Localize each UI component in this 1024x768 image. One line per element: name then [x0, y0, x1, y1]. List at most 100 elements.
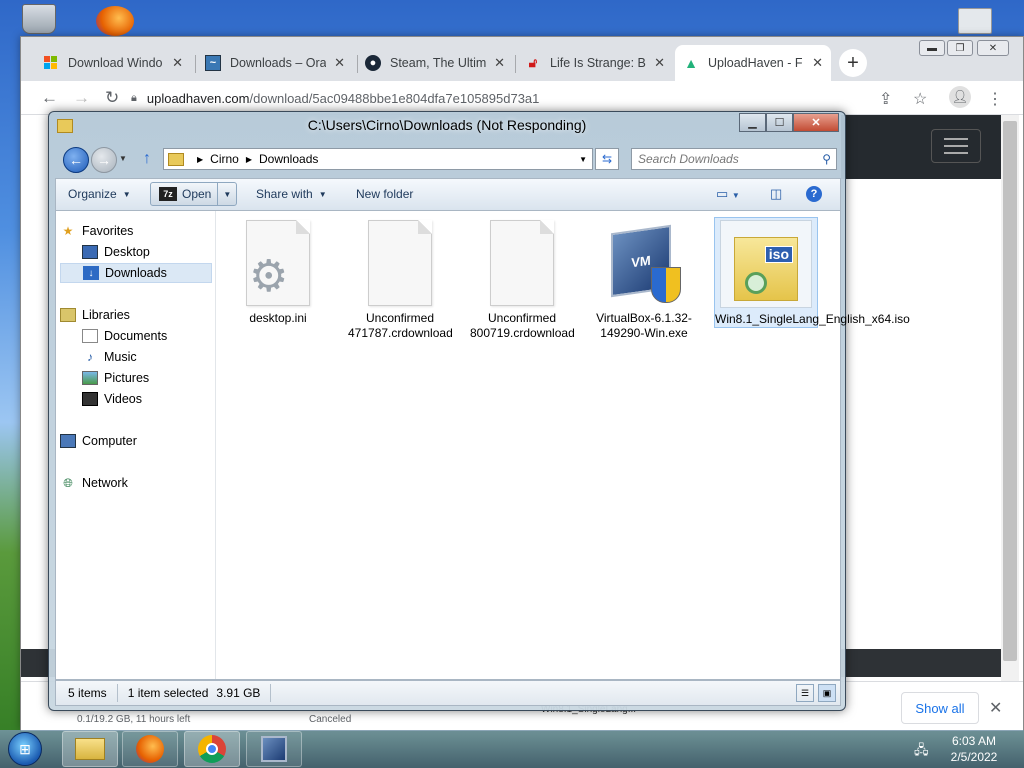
profile-avatar-icon[interactable]: 👤︎	[949, 86, 971, 108]
taskbar-chrome[interactable]	[184, 731, 240, 767]
restore-button[interactable]: ❐	[947, 40, 973, 56]
close-tab-icon[interactable]: ✕	[166, 55, 183, 71]
nav-documents[interactable]: Documents	[60, 326, 212, 346]
clock[interactable]: 6:03 AM 2/5/2022	[934, 733, 1014, 765]
chevron-right-icon[interactable]: ▶	[246, 155, 252, 164]
close-tab-icon[interactable]: ✕	[806, 55, 823, 71]
close-tab-icon[interactable]: ✕	[648, 55, 665, 71]
history-dropdown-icon[interactable]: ▼	[119, 154, 127, 163]
recycle-bin-icon[interactable]	[22, 4, 56, 34]
back-icon[interactable]: ←	[41, 88, 58, 108]
file-name: desktop.ini	[249, 311, 307, 325]
show-all-button[interactable]: Show all	[901, 692, 979, 724]
minimize-button[interactable]: ▬	[919, 40, 945, 56]
nav-videos[interactable]: Videos	[60, 389, 212, 409]
new-folder-button[interactable]: New folder	[356, 179, 413, 209]
forward-icon[interactable]: →	[91, 147, 117, 173]
search-icon[interactable]: ⚲	[822, 152, 831, 166]
tab-download-windows[interactable]: Download Windo ✕	[35, 45, 191, 81]
network-tray-icon[interactable]: 🖧︎	[914, 741, 929, 763]
start-button[interactable]: ⊞	[8, 732, 42, 766]
taskbar-firefox[interactable]	[122, 731, 178, 767]
nav-pictures[interactable]: Pictures	[60, 368, 212, 388]
open-button[interactable]: 7z Open ▼	[150, 182, 238, 206]
address-bar[interactable]: 🔒︎ uploadhaven.com/download/5ac09488bbe1…	[131, 85, 921, 111]
share-icon[interactable]: ⇪	[879, 89, 892, 109]
tab-uploadhaven[interactable]: ▲ UploadHaven - F ✕	[675, 45, 831, 81]
bookmark-star-icon[interactable]: ☆	[913, 89, 927, 109]
close-window-button[interactable]: ✕	[977, 40, 1009, 56]
maximize-button[interactable]: ☐	[766, 113, 793, 132]
tab-life-is-strange[interactable]: 🔓︎ Life Is Strange: Be ✕	[517, 45, 673, 81]
file-item[interactable]: Unconfirmed 800719.crdownload	[470, 219, 575, 341]
nav-libraries[interactable]: Libraries	[60, 305, 212, 325]
breadcrumb-downloads[interactable]: Downloads	[259, 152, 318, 166]
status-bar: 5 items 1 item selected 3.91 GB ☰ ▣	[55, 680, 841, 706]
clock-date: 2/5/2022	[950, 750, 998, 764]
taskbar-explorer[interactable]	[62, 731, 118, 767]
status-separator	[116, 684, 118, 702]
nav-computer[interactable]: Computer	[60, 431, 212, 451]
share-with-button[interactable]: Share with ▼	[256, 179, 327, 209]
new-tab-button[interactable]: +	[839, 49, 867, 77]
taskbar-virtualbox[interactable]	[246, 731, 302, 767]
virtualbox-icon	[261, 736, 287, 762]
organize-button[interactable]: Organize ▼	[68, 179, 131, 209]
preview-pane-icon[interactable]: ◫	[770, 186, 782, 202]
close-button[interactable]: ✕	[793, 113, 839, 132]
nav-music[interactable]: ♪ Music	[60, 347, 212, 367]
window-controls: ▁ ☐ ✕	[739, 113, 839, 132]
menu-kebab-icon[interactable]: ⋮	[987, 89, 1003, 109]
close-tab-icon[interactable]: ✕	[488, 55, 505, 71]
tab-title: Download Windo	[68, 56, 163, 70]
file-item[interactable]: VM VirtualBox-6.1.32-149290-Win.exe	[592, 219, 696, 341]
tab-oracle-downloads[interactable]: ~ Downloads – Ora ✕	[197, 45, 353, 81]
breadcrumb[interactable]: ▶ Cirno ▶ Downloads ▼	[163, 148, 593, 170]
refresh-button[interactable]: ⇆	[595, 148, 619, 170]
window-title: C:\Users\Cirno\Downloads (Not Responding…	[307, 117, 587, 133]
tab-steam[interactable]: ● Steam, The Ultim ✕	[357, 45, 513, 81]
selection-count: 1 item selected	[127, 686, 209, 700]
nav-label: Libraries	[82, 308, 130, 322]
nav-downloads[interactable]: ↓ Downloads	[60, 263, 212, 283]
up-arrow-icon[interactable]: ↑	[143, 150, 151, 168]
file-name: Unconfirmed 800719.crdownload	[470, 311, 575, 340]
network-drive-icon[interactable]	[958, 8, 992, 34]
minimize-button[interactable]: ▁	[739, 113, 766, 132]
nav-network[interactable]: 🌐︎ Network	[60, 473, 212, 493]
file-name: Win8.1_SingleLang_English_x64.iso	[715, 312, 910, 326]
close-download-bar-icon[interactable]: ✕	[989, 698, 1002, 718]
file-item[interactable]: ⚙ desktop.ini	[226, 219, 330, 326]
chevron-down-icon[interactable]: ▼	[217, 183, 236, 205]
tab-title: Life Is Strange: Be	[550, 56, 646, 70]
windows-logo-icon	[43, 55, 59, 71]
scrollbar-thumb[interactable]	[1003, 121, 1017, 661]
libraries-icon	[60, 308, 76, 322]
file-item[interactable]: Unconfirmed 471787.crdownload	[348, 219, 453, 341]
lock-icon[interactable]: 🔒︎	[131, 92, 137, 105]
file-item-selected[interactable]: iso Win8.1_SingleLang_English_x64.iso	[714, 217, 910, 328]
firefox-desktop-icon[interactable]	[96, 6, 134, 36]
large-icons-view-icon[interactable]: ▣	[818, 684, 836, 702]
organize-label: Organize	[68, 187, 117, 201]
reload-icon[interactable]: ↻	[105, 88, 119, 108]
videos-icon	[82, 392, 98, 406]
back-icon[interactable]: ←	[63, 147, 89, 173]
chevron-right-icon[interactable]: ▶	[197, 155, 203, 164]
lock-red-icon: 🔓︎	[528, 55, 538, 70]
nav-desktop[interactable]: Desktop	[60, 242, 212, 262]
close-tab-icon[interactable]: ✕	[328, 55, 345, 71]
change-view-icon[interactable]: ▭ ▼	[716, 186, 740, 202]
help-icon[interactable]: ?	[806, 186, 822, 202]
chevron-down-icon[interactable]: ▼	[579, 155, 587, 164]
browser-toolbar: ← → ↻ 🔒︎ uploadhaven.com/download/5ac094…	[21, 81, 1023, 115]
search-input[interactable]: Search Downloads ⚲	[631, 148, 837, 170]
nav-favorites[interactable]: ★ Favorites	[60, 221, 212, 241]
hamburger-menu-button[interactable]	[931, 129, 981, 163]
forward-icon[interactable]: →	[73, 88, 90, 108]
breadcrumb-cirno[interactable]: Cirno	[210, 152, 239, 166]
page-scrollbar[interactable]	[1001, 115, 1019, 681]
desktop-icon	[82, 245, 98, 259]
nav-label: Favorites	[82, 224, 134, 238]
details-view-icon[interactable]: ☰	[796, 684, 814, 702]
